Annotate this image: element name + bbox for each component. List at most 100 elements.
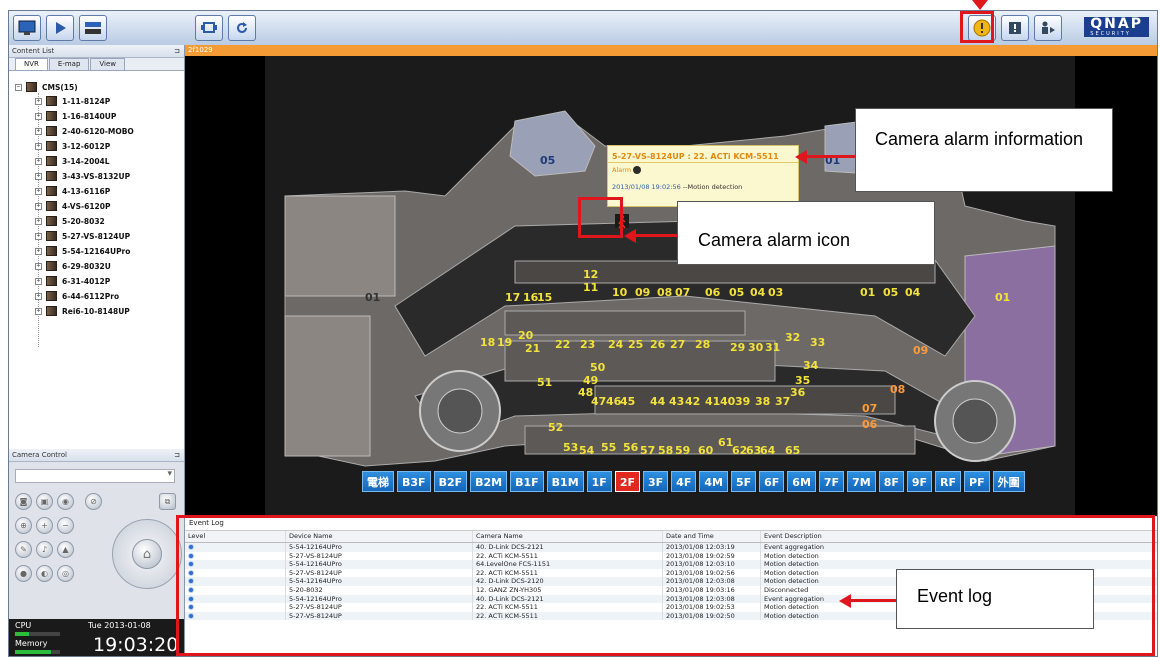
clock: 19:03:20 xyxy=(93,634,179,656)
tree-item[interactable]: +1-16-8140UP xyxy=(35,111,116,121)
floor-button[interactable]: 7M xyxy=(847,471,876,492)
preset-tour-icon[interactable]: ◐ xyxy=(36,565,53,582)
svg-text:19: 19 xyxy=(497,336,512,349)
floor-button[interactable]: B2M xyxy=(470,471,508,492)
camera-icon[interactable]: ▣ xyxy=(36,493,53,510)
alarm-popup[interactable]: 5-27-VS-8124UP : 22. ACTi KCM-5511 Alarm… xyxy=(607,145,799,207)
home-icon[interactable]: ⌂ xyxy=(132,539,162,569)
svg-text:05: 05 xyxy=(883,286,898,299)
svg-text:26: 26 xyxy=(650,338,666,351)
floor-button[interactable]: 電梯 xyxy=(362,471,394,492)
tree-item[interactable]: +1-11-8124P xyxy=(35,96,110,106)
expand-icon[interactable]: + xyxy=(35,217,42,225)
tab-nvr[interactable]: NVR xyxy=(15,58,48,70)
expand-icon[interactable]: + xyxy=(35,232,42,240)
svg-text:58: 58 xyxy=(658,444,673,457)
tree-item[interactable]: +3-14-2004L xyxy=(35,156,110,166)
tree-item[interactable]: +5-27-VS-8124UP xyxy=(35,231,130,241)
floor-button[interactable]: 1F xyxy=(586,471,612,492)
tree-item[interactable]: +6-44-6112Pro xyxy=(35,291,119,301)
mute-icon[interactable]: ⊘ xyxy=(85,493,102,510)
digital-zoom-icon[interactable]: ⊕ xyxy=(15,517,32,534)
svg-text:38: 38 xyxy=(755,395,770,408)
monitor-icon[interactable] xyxy=(13,15,41,41)
floor-button[interactable]: 4F xyxy=(671,471,697,492)
tree-item[interactable]: +5-54-12164UPro xyxy=(35,246,130,256)
pin-icon[interactable]: ⊐ xyxy=(174,449,180,461)
expand-icon[interactable]: + xyxy=(35,247,42,255)
preset-icon[interactable]: ● xyxy=(15,565,32,582)
message-icon[interactable] xyxy=(1001,15,1029,41)
expand-icon[interactable]: + xyxy=(35,127,42,135)
edit-icon[interactable]: ✎ xyxy=(15,541,32,558)
tree-item[interactable]: + Rei6-10-8148UP xyxy=(35,306,130,316)
svg-text:56: 56 xyxy=(623,441,639,454)
floor-button[interactable]: 6F xyxy=(759,471,785,492)
svg-text:65: 65 xyxy=(785,444,800,457)
refresh-icon[interactable] xyxy=(228,15,256,41)
speaker-icon[interactable]: ♪ xyxy=(36,541,53,558)
floor-button[interactable]: B2F xyxy=(433,471,468,492)
snapshot-icon[interactable]: ◙ xyxy=(15,493,32,510)
sequence-icon[interactable] xyxy=(195,15,223,41)
floor-button[interactable]: 外圍 xyxy=(992,471,1025,492)
nvr-icon xyxy=(46,171,57,181)
floor-button[interactable]: 4M xyxy=(699,471,728,492)
floor-button[interactable]: 9F xyxy=(906,471,933,492)
floor-button[interactable]: 5F xyxy=(730,471,757,492)
tree-item[interactable]: +2-40-6120-MOBO xyxy=(35,126,134,136)
alarm-dot-icon xyxy=(633,166,642,174)
svg-text:36: 36 xyxy=(790,386,806,399)
zoom-out-icon[interactable]: − xyxy=(57,517,74,534)
svg-text:24: 24 xyxy=(608,338,624,351)
date-label: Tue 2013-01-08 xyxy=(88,621,151,630)
tab-view[interactable]: View xyxy=(90,58,126,70)
tree-item[interactable]: +6-31-4012P xyxy=(35,276,110,286)
play-icon[interactable] xyxy=(46,15,74,41)
zoom-in-icon[interactable]: + xyxy=(36,517,53,534)
ptz-control[interactable]: ⌂ xyxy=(112,519,182,589)
camera-select[interactable] xyxy=(15,469,175,483)
tree-item[interactable]: +3-12-6012P xyxy=(35,141,110,151)
playback-server-icon[interactable] xyxy=(79,15,107,41)
expand-icon[interactable]: + xyxy=(35,307,42,315)
floor-button[interactable]: 3F xyxy=(643,471,669,492)
floor-button[interactable]: PF xyxy=(964,471,990,492)
callout-alarm-info: Camera alarm information xyxy=(855,108,1113,192)
floor-button[interactable]: 8F xyxy=(878,471,904,492)
pin-icon[interactable]: ⊐ xyxy=(174,45,180,57)
expand-icon[interactable]: + xyxy=(35,157,42,165)
expand-icon[interactable]: + xyxy=(35,187,42,195)
record-icon[interactable]: ◉ xyxy=(57,493,74,510)
floor-button[interactable]: 7F xyxy=(818,471,845,492)
logout-icon[interactable] xyxy=(1034,15,1062,41)
svg-text:15: 15 xyxy=(537,291,552,304)
expand-icon[interactable]: + xyxy=(35,277,42,285)
expand-icon[interactable]: + xyxy=(35,142,42,150)
expand-icon[interactable]: + xyxy=(35,262,42,270)
expand-icon[interactable]: + xyxy=(35,202,42,210)
floor-button[interactable]: 6M xyxy=(787,471,816,492)
collapse-icon[interactable]: − xyxy=(15,83,22,91)
tree-item[interactable]: +6-29-8032U xyxy=(35,261,111,271)
fullscreen-icon[interactable]: ⧉ xyxy=(159,493,176,510)
floor-button[interactable]: B3F xyxy=(397,471,431,492)
expand-icon[interactable]: + xyxy=(35,112,42,120)
svg-text:17: 17 xyxy=(505,291,520,304)
expand-icon[interactable]: + xyxy=(35,172,42,180)
expand-icon[interactable]: + xyxy=(35,97,42,105)
floor-button-active[interactable]: 2F xyxy=(614,471,640,492)
expand-icon[interactable]: + xyxy=(35,292,42,300)
floor-button[interactable]: B1F xyxy=(510,471,544,492)
tree-item[interactable]: +3-43-VS-8132UP xyxy=(35,171,130,181)
floor-button[interactable]: RF xyxy=(935,471,962,492)
tree-item[interactable]: +5-20-8032 xyxy=(35,216,105,226)
pan-icon[interactable]: ▲ xyxy=(57,541,74,558)
camera-control-panel: Camera Control⊐ ◙ ▣ ◉ ⊘ ⧉ ⊕ + − ✎ ♪ ▲ ● … xyxy=(9,449,184,619)
tree-item[interactable]: +4-13-6116P xyxy=(35,186,110,196)
auto-pan-icon[interactable]: ◎ xyxy=(57,565,74,582)
floor-button[interactable]: B1M xyxy=(546,471,584,492)
tree-item[interactable]: +4-VS-6120P xyxy=(35,201,110,211)
tab-emap[interactable]: E-map xyxy=(48,58,90,70)
tree-root[interactable]: − CMS(15) xyxy=(15,82,78,92)
